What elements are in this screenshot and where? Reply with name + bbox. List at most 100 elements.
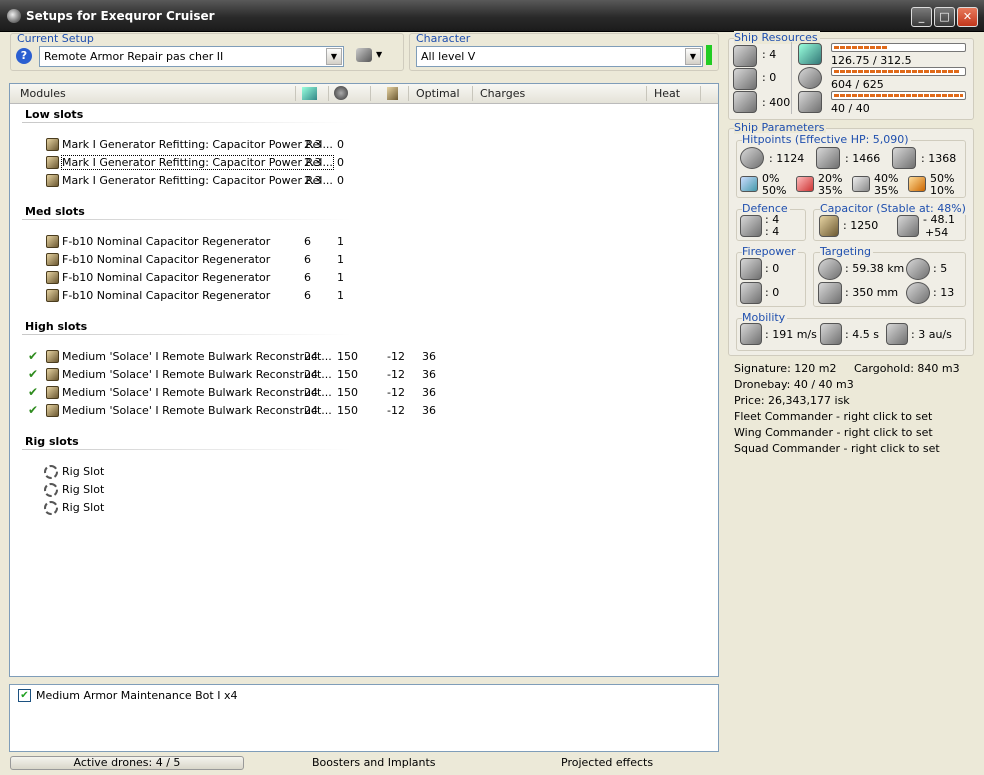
- table-row[interactable]: F-b10 Nominal Capacitor Regenerator 6 1: [30, 269, 730, 287]
- turret-hardpoint-icon: [733, 45, 757, 67]
- bandwidth-bar: [831, 91, 966, 100]
- setup-select[interactable]: Remote Armor Repair pas cher II ▼: [39, 46, 344, 67]
- setup-actions-button[interactable]: ▼: [356, 48, 386, 64]
- character-select[interactable]: All level V ▼: [416, 46, 703, 67]
- align-time-icon: [820, 323, 842, 345]
- list-item[interactable]: Rig Slot: [30, 481, 730, 499]
- missile-dps-icon: [740, 282, 762, 304]
- price-text: Price: 26,343,177 isk: [734, 394, 850, 407]
- capacitor-column-icon[interactable]: [387, 87, 398, 100]
- firepower-label: Firepower: [742, 245, 798, 258]
- shield-hp: : 1124: [769, 152, 805, 165]
- explosive-resist-b: 10%: [930, 184, 955, 197]
- drone-checkbox[interactable]: ✔: [18, 689, 31, 702]
- table-row[interactable]: F-b10 Nominal Capacitor Regenerator 6 1: [30, 233, 730, 251]
- capacitor-rig-icon: [46, 156, 59, 169]
- cap-regenerator-icon: [46, 289, 59, 302]
- power-column-icon[interactable]: [334, 86, 348, 100]
- cargohold-text: Cargohold: 840 m3: [854, 362, 960, 375]
- repair-icon: [740, 215, 762, 237]
- list-item[interactable]: Rig Slot: [30, 463, 730, 481]
- cpu-bar-fill: [834, 46, 887, 49]
- launcher-hardpoint-icon: [733, 68, 757, 90]
- bandwidth-bar-fill: [834, 94, 963, 97]
- targeting-range: : 59.38 km: [845, 262, 905, 275]
- warp-speed: : 3 au/s: [911, 328, 952, 341]
- empty-rig-icon: [44, 483, 58, 497]
- cap-recharge-icon: [897, 215, 919, 237]
- help-icon[interactable]: ?: [16, 48, 32, 64]
- cpu-value: 126.75 / 312.5: [831, 54, 912, 67]
- signature-text: Signature: 120 m2: [734, 362, 837, 375]
- firepower-value-2: : 0: [765, 286, 780, 299]
- cap-recharge: +54: [925, 226, 949, 239]
- table-row[interactable]: ✔ Medium 'Solace' I Remote Bulwark Recons…: [28, 384, 730, 402]
- active-drones-status: Active drones: 4 / 5: [10, 756, 244, 770]
- armor-hp: : 1466: [845, 152, 881, 165]
- chevron-down-icon[interactable]: ▼: [326, 48, 342, 65]
- max-targets-icon: [906, 258, 930, 280]
- table-row[interactable]: ✔ Medium 'Solace' I Remote Bulwark Recons…: [28, 348, 730, 366]
- character-label: Character: [416, 32, 471, 45]
- kinetic-resist-icon: [852, 176, 870, 192]
- table-row[interactable]: Mark I Generator Refitting: Capacitor Po…: [30, 136, 730, 154]
- cap-regenerator-icon: [46, 235, 59, 248]
- high-slots-title: High slots: [25, 320, 88, 333]
- dropdown-arrow-icon: ▼: [376, 50, 383, 59]
- table-row[interactable]: Mark I Generator Refitting: Capacitor Po…: [30, 172, 730, 190]
- header-modules[interactable]: Modules: [20, 87, 66, 100]
- sensor-strength: : 13: [933, 286, 955, 299]
- minimize-button[interactable]: _: [911, 7, 932, 27]
- current-setup-label: Current Setup: [17, 32, 94, 45]
- cpu-column-icon[interactable]: [302, 87, 317, 100]
- table-row[interactable]: F-b10 Nominal Capacitor Regenerator 6 1: [30, 287, 730, 305]
- launcher-count: : 0: [762, 71, 777, 84]
- character-status-indicator: [706, 45, 712, 65]
- drone-item: Medium Armor Maintenance Bot I x4: [36, 689, 238, 702]
- table-row[interactable]: F-b10 Nominal Capacitor Regenerator 6 1: [30, 251, 730, 269]
- app-icon: [7, 9, 21, 23]
- structure-icon: [892, 147, 916, 169]
- wing-commander-text[interactable]: Wing Commander - right click to set: [734, 426, 933, 439]
- chevron-down-icon[interactable]: ▼: [685, 48, 701, 65]
- fleet-commander-text[interactable]: Fleet Commander - right click to set: [734, 410, 932, 423]
- close-button[interactable]: ✕: [957, 7, 978, 27]
- maximize-button[interactable]: □: [934, 7, 955, 27]
- setup-select-value: Remote Armor Repair pas cher II: [44, 50, 224, 63]
- boosters-tab[interactable]: Boosters and Implants: [312, 756, 436, 770]
- remote-repair-icon: [46, 404, 59, 417]
- table-row[interactable]: ✔ Medium 'Solace' I Remote Bulwark Recons…: [28, 366, 730, 384]
- em-resist-icon: [740, 176, 758, 192]
- header-optimal[interactable]: Optimal: [416, 87, 460, 100]
- character-select-value: All level V: [421, 50, 476, 63]
- powergrid-bar-fill: [834, 70, 960, 73]
- projected-effects-tab[interactable]: Projected effects: [561, 756, 653, 770]
- list-item[interactable]: Rig Slot: [30, 499, 730, 517]
- capacitor-rig-icon: [46, 174, 59, 187]
- active-check-icon[interactable]: ✔: [28, 385, 38, 399]
- modules-list[interactable]: Modules Optimal Charges Heat Low slots M…: [9, 83, 719, 677]
- structure-hp: : 1368: [921, 152, 957, 165]
- drones-list[interactable]: ✔ Medium Armor Maintenance Bot I x4: [9, 684, 719, 752]
- squad-commander-text[interactable]: Squad Commander - right click to set: [734, 442, 940, 455]
- targeting-range-icon: [818, 258, 842, 280]
- table-row[interactable]: ✔ Medium 'Solace' I Remote Bulwark Recons…: [28, 402, 730, 420]
- armor-icon: [816, 147, 840, 169]
- active-check-icon[interactable]: ✔: [28, 367, 38, 381]
- active-check-icon[interactable]: ✔: [28, 403, 38, 417]
- capacitor-value: : 1250: [843, 219, 879, 232]
- header-heat[interactable]: Heat: [654, 87, 680, 100]
- drone-bandwidth-icon: [733, 91, 757, 113]
- thermal-resist-b: 35%: [818, 184, 843, 197]
- shield-icon: [740, 147, 764, 169]
- header-charges[interactable]: Charges: [480, 87, 525, 100]
- ship-icon: [356, 48, 372, 62]
- cap-usage: - 48.1: [923, 213, 955, 226]
- remote-repair-icon: [46, 368, 59, 381]
- hitpoints-label: Hitpoints (Effective HP: 5,090): [742, 133, 911, 146]
- active-check-icon[interactable]: ✔: [28, 349, 38, 363]
- align-time: : 4.5 s: [845, 328, 879, 341]
- table-row[interactable]: Mark I Generator Refitting: Capacitor Po…: [30, 154, 730, 172]
- remote-repair-icon: [46, 350, 59, 363]
- kinetic-resist-b: 35%: [874, 184, 899, 197]
